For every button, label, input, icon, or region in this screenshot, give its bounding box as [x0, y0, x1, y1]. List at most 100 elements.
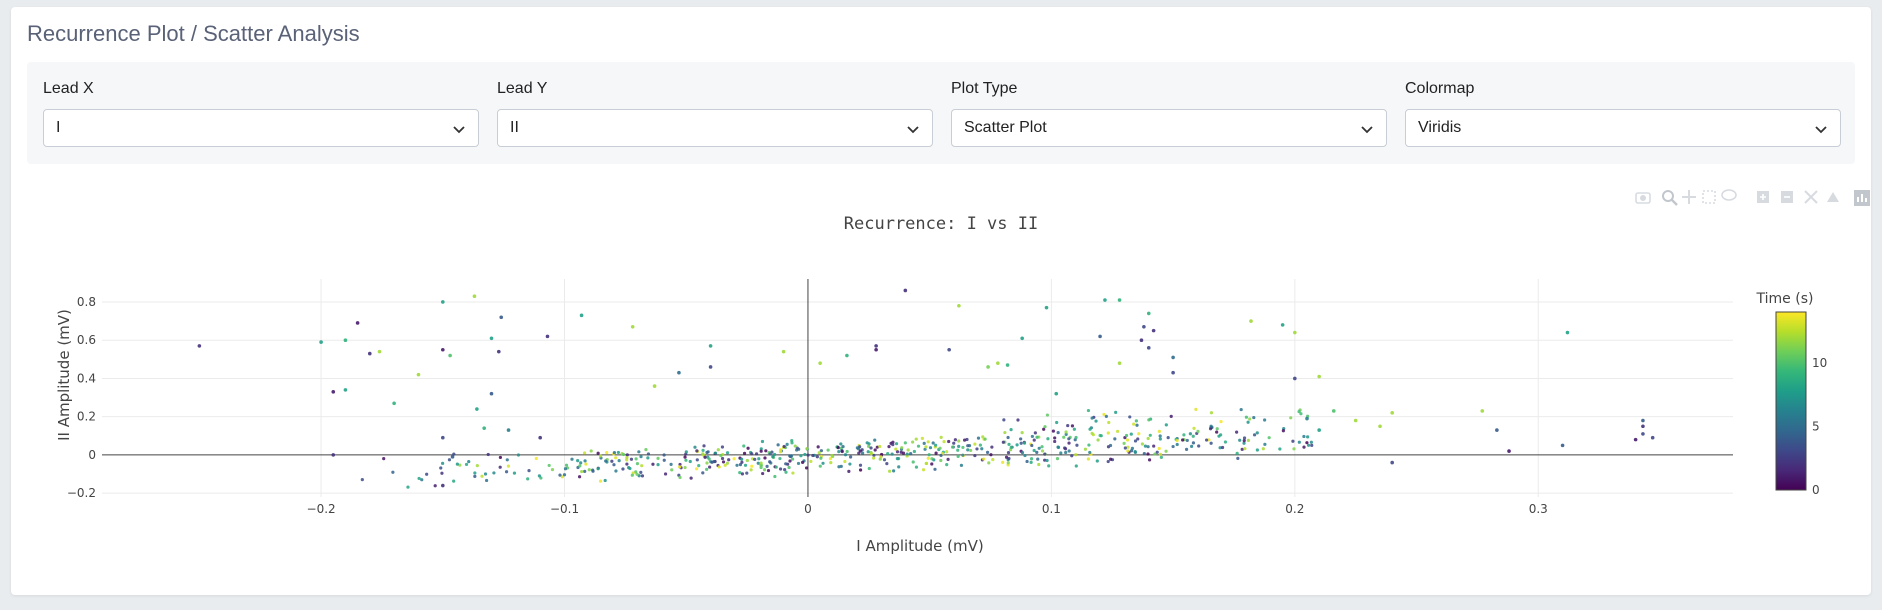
data-point [911, 460, 915, 464]
data-point [939, 435, 943, 439]
data-point [945, 463, 949, 467]
data-point [947, 347, 951, 352]
data-point [564, 463, 569, 467]
data-point [1292, 447, 1296, 451]
data-point [678, 465, 682, 469]
data-point [695, 458, 699, 462]
data-point [1171, 370, 1175, 375]
data-point [534, 456, 538, 461]
data-point [526, 477, 530, 481]
data-point [749, 468, 753, 472]
data-point [719, 453, 723, 458]
data-point [1650, 435, 1655, 440]
data-point [759, 461, 763, 465]
data-point [909, 452, 913, 456]
data-point [1090, 431, 1094, 435]
data-point [1148, 433, 1152, 437]
data-point [355, 321, 360, 325]
data-point [819, 456, 823, 460]
data-point [837, 465, 841, 469]
data-point [763, 456, 767, 460]
data-point [1037, 446, 1041, 450]
data-point [1070, 454, 1074, 458]
data-point [547, 463, 551, 468]
data-point [662, 453, 666, 457]
data-point [773, 474, 777, 479]
data-point [981, 435, 985, 439]
data-point [750, 464, 754, 468]
x-tick-label: 0.1 [1042, 502, 1061, 516]
data-point [708, 465, 712, 469]
data-point [439, 466, 443, 470]
data-point [1043, 452, 1047, 456]
data-point [1158, 452, 1163, 456]
data-point [725, 451, 730, 455]
data-point [829, 461, 833, 465]
data-point [1004, 455, 1009, 459]
data-point [579, 461, 583, 465]
data-point [652, 384, 657, 388]
data-point [1007, 442, 1011, 446]
data-point [612, 463, 616, 467]
data-point [688, 459, 692, 464]
data-point [1191, 441, 1196, 445]
data-point [1146, 445, 1150, 449]
data-point [847, 469, 851, 473]
data-point [1215, 430, 1219, 434]
data-point [740, 460, 744, 464]
data-point [1067, 449, 1071, 453]
data-point [878, 457, 882, 461]
data-point [695, 449, 699, 453]
data-point [939, 458, 943, 463]
data-point [987, 461, 991, 465]
data-point [720, 445, 725, 449]
data-point [894, 442, 899, 446]
data-point [991, 457, 995, 462]
data-point [781, 349, 786, 354]
data-point [1378, 424, 1382, 429]
data-point [784, 470, 788, 474]
data-point [684, 450, 688, 454]
data-point [589, 449, 593, 453]
data-point [670, 468, 674, 472]
data-point [1090, 416, 1094, 420]
data-point [1175, 438, 1179, 443]
data-point [1317, 374, 1321, 379]
data-point [956, 448, 960, 452]
data-point [1051, 429, 1055, 433]
data-point [583, 459, 587, 463]
data-point [1243, 447, 1247, 451]
data-point [1188, 432, 1192, 436]
x-tick-label: −0.2 [307, 502, 336, 516]
data-point [1240, 447, 1244, 451]
data-point [986, 365, 990, 369]
data-point [1043, 425, 1047, 429]
data-point [1146, 452, 1150, 456]
data-point [778, 456, 782, 461]
data-point [656, 463, 660, 467]
data-point [708, 365, 713, 369]
data-point [989, 453, 993, 457]
data-point [840, 449, 844, 454]
data-point [931, 441, 935, 445]
data-point [516, 453, 521, 457]
data-point [897, 465, 901, 469]
data-point [705, 467, 709, 471]
data-point [625, 456, 629, 460]
data-point [874, 347, 878, 352]
data-point [843, 453, 848, 457]
data-point [1255, 431, 1259, 435]
data-point [926, 440, 930, 444]
data-point [914, 465, 919, 469]
data-point [440, 471, 444, 475]
data-point [885, 462, 889, 466]
data-point [197, 344, 202, 348]
y-tick-label: −0.2 [67, 486, 96, 500]
data-point [1019, 437, 1023, 441]
data-point [639, 470, 643, 474]
data-point [809, 459, 813, 464]
data-point [1246, 420, 1250, 424]
data-point [717, 465, 721, 469]
data-point [973, 442, 977, 446]
data-point [924, 461, 928, 466]
